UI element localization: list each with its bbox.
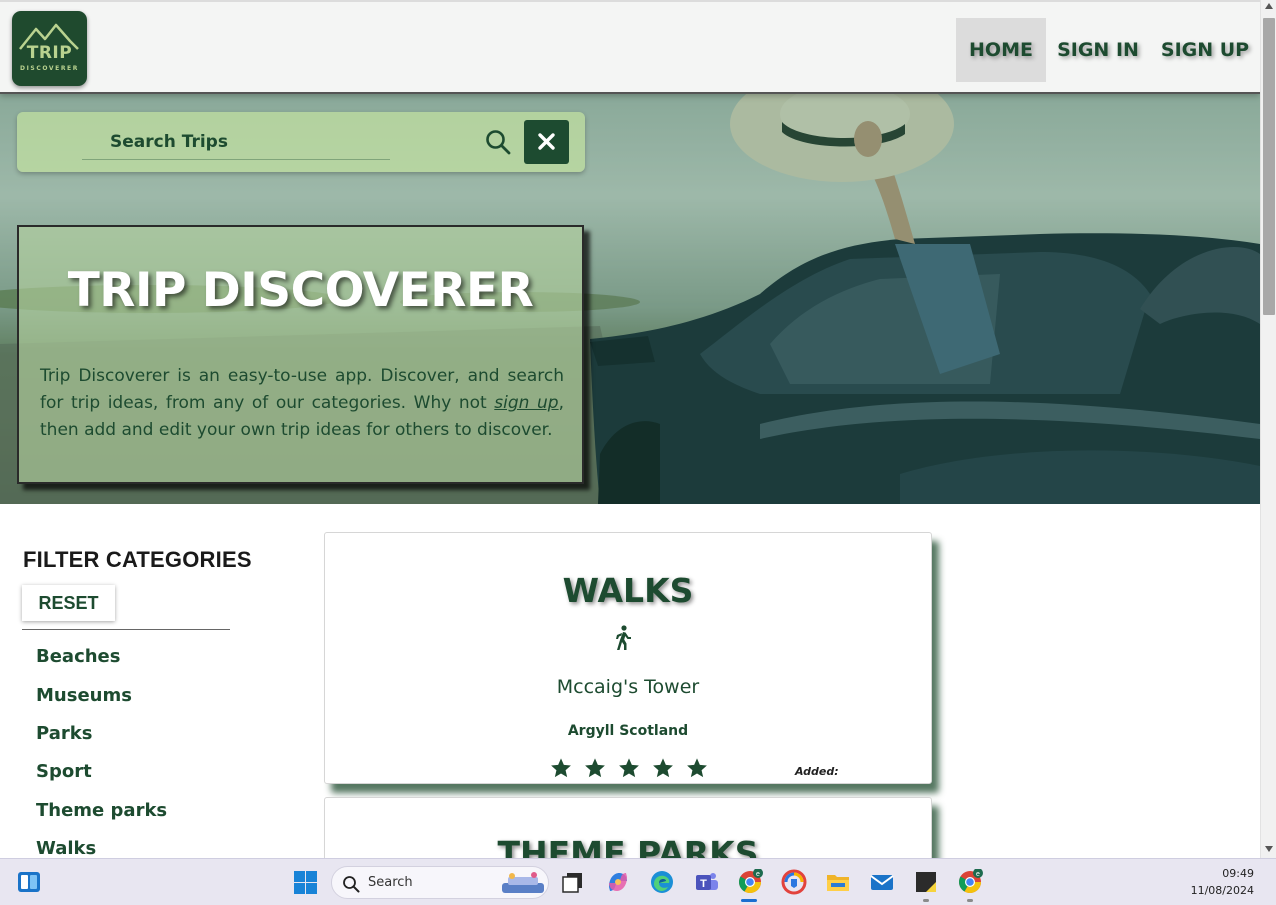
- widgets-icon[interactable]: [17, 871, 41, 893]
- taskbar-search-label: Search: [368, 875, 413, 890]
- trip-card[interactable]: WALKS Mccaig's Tower Argyll Scotland Add…: [324, 532, 932, 784]
- added-date-label: Added:: [795, 765, 839, 778]
- file-explorer-icon[interactable]: [825, 869, 851, 895]
- filter-divider: [22, 629, 230, 630]
- svg-text:T: T: [700, 878, 707, 890]
- filter-item-sport[interactable]: Sport: [36, 761, 92, 782]
- filter-item-parks[interactable]: Parks: [36, 723, 92, 744]
- reset-filters-button[interactable]: RESET: [22, 585, 115, 621]
- star-icon: [653, 758, 673, 778]
- nav-sign-up-link[interactable]: SIGN UP: [1158, 18, 1252, 82]
- filter-item-walks[interactable]: Walks: [36, 838, 96, 858]
- logo-trip-text: TRIP: [26, 43, 73, 63]
- star-icon: [551, 758, 571, 778]
- running-app-indicator: [967, 899, 973, 902]
- clear-search-button[interactable]: [524, 120, 569, 164]
- taskbar-clock-date[interactable]: 11/08/2024: [1180, 884, 1254, 897]
- walking-person-icon: [616, 625, 631, 650]
- svg-text:e: e: [756, 871, 760, 878]
- chrome-profile-icon[interactable]: e: [957, 869, 983, 895]
- scroll-up-arrow-icon[interactable]: [1265, 3, 1273, 9]
- edge-icon[interactable]: [649, 869, 675, 895]
- star-icon: [585, 758, 605, 778]
- filter-categories-title: FILTER CATEGORIES: [23, 547, 252, 572]
- nav-sign-in-link[interactable]: SIGN IN: [1054, 18, 1142, 82]
- copilot-icon[interactable]: [605, 869, 631, 895]
- page-scrollbar[interactable]: [1260, 0, 1276, 858]
- intro-text-before: Trip Discoverer is an easy-to-use app. D…: [40, 366, 564, 413]
- star-icon: [687, 758, 707, 778]
- star-icon: [619, 758, 639, 778]
- running-app-indicator: [923, 899, 929, 902]
- intro-card: TRIP DISCOVERER Trip Discoverer is an ea…: [17, 225, 584, 484]
- trip-location: Argyll Scotland: [567, 723, 689, 739]
- intro-sign-up-link[interactable]: sign up: [494, 393, 558, 413]
- svg-text:e: e: [976, 871, 980, 878]
- search-highlight-illustration-icon: [502, 872, 544, 893]
- trip-card[interactable]: THEME PARKS: [324, 797, 932, 858]
- vpn-icon[interactable]: [781, 869, 807, 895]
- card-category-title: THEME PARKS: [497, 834, 759, 858]
- close-icon: [538, 133, 555, 150]
- taskbar-search-box[interactable]: Search: [331, 866, 549, 899]
- chrome-icon[interactable]: e: [737, 869, 763, 895]
- search-bar: [17, 112, 585, 172]
- navbar: TRIP DISCOVERER HOME SIGN IN SIGN UP: [0, 2, 1260, 94]
- filter-item-museums[interactable]: Museums: [36, 685, 132, 706]
- nav-home-link[interactable]: HOME: [956, 18, 1046, 82]
- task-view-icon[interactable]: [560, 869, 586, 895]
- card-category-title: WALKS: [562, 571, 694, 610]
- taskbar-search-icon: [343, 876, 360, 893]
- hero-banner: TRIP DISCOVERER Trip Discoverer is an ea…: [0, 94, 1260, 504]
- filter-item-beaches[interactable]: Beaches: [36, 646, 120, 667]
- logo-discoverer-text: DISCOVERER: [20, 65, 79, 72]
- trip-name: Mccaig's Tower: [556, 676, 700, 698]
- taskbar-clock-time[interactable]: 09:49: [1190, 867, 1254, 880]
- mail-icon[interactable]: [869, 869, 895, 895]
- filter-item-theme-parks[interactable]: Theme parks: [36, 800, 167, 821]
- scroll-down-arrow-icon[interactable]: [1265, 846, 1273, 852]
- teams-icon[interactable]: T: [694, 869, 720, 895]
- windows-start-icon[interactable]: [294, 871, 317, 894]
- sticky-notes-icon[interactable]: [913, 869, 939, 895]
- active-app-indicator: [741, 899, 757, 902]
- windows-taskbar: Search T e e 09:49 11/08/2024: [0, 858, 1276, 905]
- browser-page: TRIP DISCOVERER HOME SIGN IN SIGN UP Sea…: [0, 0, 1260, 858]
- intro-description: Trip Discoverer is an easy-to-use app. D…: [40, 363, 564, 444]
- scrollbar-thumb[interactable]: [1263, 18, 1275, 315]
- search-input[interactable]: [82, 124, 390, 160]
- intro-title: TRIP DISCOVERER: [67, 263, 534, 318]
- trip-discoverer-logo[interactable]: TRIP DISCOVERER: [12, 11, 87, 86]
- search-icon[interactable]: [485, 129, 511, 155]
- filter-sidebar: FILTER CATEGORIES RESET Beaches Museums …: [0, 504, 300, 858]
